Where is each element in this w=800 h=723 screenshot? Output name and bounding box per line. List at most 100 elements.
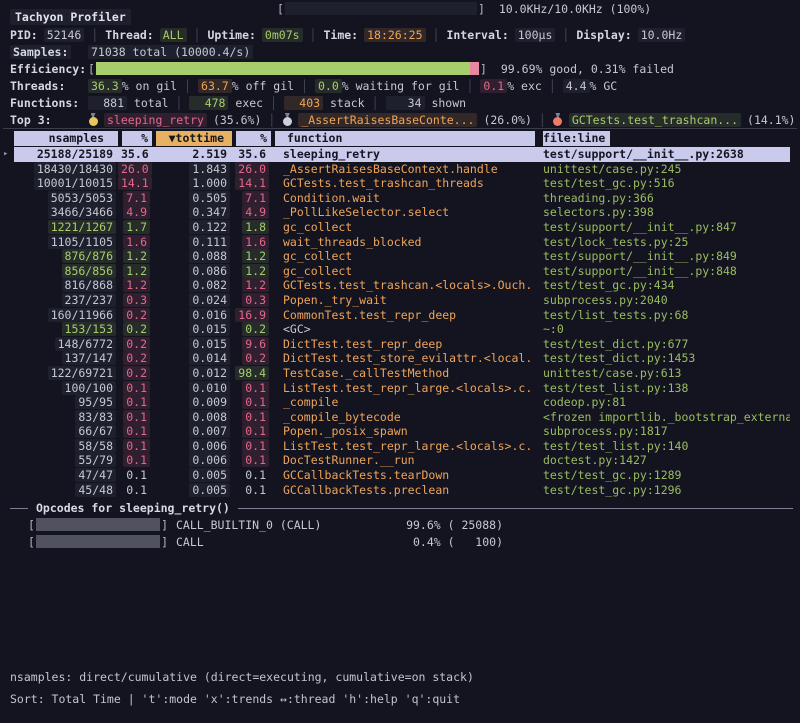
cell-tottime: 0.012 bbox=[152, 366, 232, 381]
display-label: Display: bbox=[576, 28, 631, 42]
cell-file-line: test/test_gc.py:516 bbox=[535, 176, 790, 191]
cell-nsamples: 55/79 bbox=[14, 453, 118, 468]
cell-cumulative-percent: 0.1 bbox=[232, 410, 271, 425]
cell-nsamples: 58/58 bbox=[14, 439, 118, 454]
app-title: Tachyon Profiler bbox=[10, 9, 131, 25]
cell-tottime: 0.015 bbox=[152, 337, 232, 352]
cell-file-line: test/test_gc.py:1289 bbox=[535, 468, 790, 483]
cell-function: ListTest.test_repr_large.<locals>.c... bbox=[271, 439, 535, 454]
bracket-open: [ bbox=[28, 518, 35, 532]
table-row[interactable]: 856/856 1.2 0.086 1.2 gc_collect test/su… bbox=[14, 264, 790, 279]
table-row[interactable]: 47/47 0.1 0.005 0.1 GCCallbackTests.tear… bbox=[14, 468, 790, 483]
column-header-file-line[interactable]: file:line bbox=[535, 131, 790, 146]
cell-cumulative-percent: 26.0 bbox=[232, 162, 271, 177]
table-row[interactable]: 100/100 0.1 0.010 0.1 ListTest.test_repr… bbox=[14, 381, 790, 396]
cell-cumulative-percent: 1.2 bbox=[232, 278, 271, 293]
column-header-direct-percent[interactable]: % bbox=[118, 131, 152, 146]
cell-direct-percent: 0.2 bbox=[118, 322, 152, 337]
top3-third-name: GCTests.test_trashcan... bbox=[569, 113, 741, 127]
column-header-cumulative-percent[interactable]: % bbox=[232, 131, 271, 146]
table-row[interactable]: 18430/18430 26.0 1.843 26.0 _AssertRaise… bbox=[14, 162, 790, 177]
cell-cumulative-percent: 0.1 bbox=[232, 483, 271, 498]
table-row[interactable]: 816/868 1.2 0.082 1.2 GCTests.test_trash… bbox=[14, 278, 790, 293]
bracket-open: [ bbox=[277, 2, 284, 16]
samples-rate: 10.0KHz/10.0KHz (100%) bbox=[499, 2, 651, 16]
cell-cumulative-percent: 0.1 bbox=[232, 468, 271, 483]
cell-cumulative-percent: 0.2 bbox=[232, 351, 271, 366]
table-row[interactable]: 10001/10015 14.1 1.000 14.1 GCTests.test… bbox=[14, 176, 790, 191]
cell-direct-percent: 0.1 bbox=[118, 439, 152, 454]
table-row[interactable]: 137/147 0.2 0.014 0.2 DictTest.test_stor… bbox=[14, 351, 790, 366]
functions-total: 881 bbox=[88, 96, 127, 110]
cell-direct-percent: 1.7 bbox=[118, 220, 152, 235]
cell-file-line: test/support/__init__.py:847 bbox=[535, 220, 790, 235]
table-row[interactable]: 25188/25189 35.6 2.519 35.6 sleeping_ret… bbox=[14, 147, 790, 162]
opcode-row: [] CALL_BUILTIN_0 (CALL) 99.6% ( 25088) bbox=[28, 516, 800, 533]
cell-direct-percent: 0.3 bbox=[118, 293, 152, 308]
table-row[interactable]: 66/67 0.1 0.007 0.1 Popen._posix_spawn s… bbox=[14, 424, 790, 439]
opcodes-title: Opcodes for sleeping_retry() bbox=[36, 501, 230, 515]
threads-off-gil: 63.7 bbox=[198, 79, 232, 93]
table-row[interactable]: 1105/1105 1.6 0.111 1.6 wait_threads_blo… bbox=[14, 235, 790, 250]
functions-exec: 478 bbox=[189, 96, 228, 110]
threads-waiting-suffix: % waiting for gil bbox=[342, 79, 460, 93]
cell-direct-percent: 0.1 bbox=[118, 395, 152, 410]
cell-tottime: 2.519 bbox=[152, 147, 232, 162]
efficiency-bar-good bbox=[96, 62, 470, 75]
top3-label: Top 3: bbox=[10, 113, 52, 127]
bracket-close: ] bbox=[161, 535, 168, 549]
table-row[interactable]: 148/6772 0.2 0.015 9.6 DictTest.test_rep… bbox=[14, 337, 790, 352]
uptime-label: Uptime: bbox=[207, 28, 255, 42]
table-row[interactable]: 160/11966 0.2 0.016 16.9 CommonTest.test… bbox=[14, 308, 790, 323]
table-row[interactable]: 3466/3466 4.9 0.347 4.9 _PollLikeSelecto… bbox=[14, 205, 790, 220]
table-row[interactable]: 58/58 0.1 0.006 0.1 ListTest.test_repr_l… bbox=[14, 439, 790, 454]
silver-medal-icon bbox=[282, 113, 292, 126]
table-row[interactable]: 45/48 0.1 0.005 0.1 GCCallbackTests.prec… bbox=[14, 483, 790, 498]
separator: │ bbox=[310, 28, 317, 42]
cell-nsamples: 876/876 bbox=[14, 249, 118, 264]
functions-stack-suffix: stack bbox=[323, 96, 365, 110]
efficiency-line: Efficiency:[]99.69% good, 0.31% failed bbox=[10, 60, 800, 77]
cell-tottime: 0.006 bbox=[152, 439, 232, 454]
cell-function: Popen._posix_spawn bbox=[271, 424, 535, 439]
table-row[interactable]: 237/237 0.3 0.024 0.3 Popen._try_wait su… bbox=[14, 293, 790, 308]
table-row[interactable]: 153/153 0.2 0.015 0.2 <GC> ~:0 bbox=[14, 322, 790, 337]
column-header-tottime-sorted[interactable]: ▼tottime bbox=[152, 131, 232, 146]
cell-direct-percent: 0.2 bbox=[118, 351, 152, 366]
table-row[interactable]: 1221/1267 1.7 0.122 1.8 gc_collect test/… bbox=[14, 220, 790, 235]
table-row[interactable]: 95/95 0.1 0.009 0.1 _compile codeop.py:8… bbox=[14, 395, 790, 410]
thread-label: Thread: bbox=[105, 28, 153, 42]
cell-nsamples: 95/95 bbox=[14, 395, 118, 410]
cell-function: _AssertRaisesBaseContext.handle bbox=[271, 162, 535, 177]
cell-file-line: test/test_gc.py:434 bbox=[535, 278, 790, 293]
table-row[interactable]: 122/69721 0.2 0.012 98.4 TestCase._callT… bbox=[14, 366, 790, 381]
cell-function: _compile bbox=[271, 395, 535, 410]
table-row[interactable]: 55/79 0.1 0.006 0.1 DocTestRunner.__run … bbox=[14, 453, 790, 468]
profiler-screen: Tachyon Profiler PID:52146│Thread:ALL│Up… bbox=[0, 0, 800, 723]
column-header-function[interactable]: function bbox=[271, 131, 535, 146]
functions-shown: 34 bbox=[386, 96, 425, 110]
column-header-nsamples[interactable]: nsamples bbox=[14, 131, 118, 146]
cell-tottime: 0.009 bbox=[152, 395, 232, 410]
table-row[interactable]: 83/83 0.1 0.008 0.1 _compile_bytecode <f… bbox=[14, 410, 790, 425]
cell-cumulative-percent: 0.2 bbox=[232, 322, 271, 337]
cell-direct-percent: 1.2 bbox=[118, 249, 152, 264]
divider-dash-right bbox=[238, 508, 793, 509]
time-label: Time: bbox=[323, 28, 358, 42]
cell-file-line: <frozen importlib._bootstrap_externa bbox=[535, 410, 790, 425]
opcodes-section: Opcodes for sleeping_retry() [] CALL_BUI… bbox=[10, 500, 800, 550]
cell-tottime: 0.015 bbox=[152, 322, 232, 337]
efficiency-label: Efficiency: bbox=[10, 62, 86, 76]
cell-nsamples: 237/237 bbox=[14, 293, 118, 308]
table-row[interactable]: 876/876 1.2 0.088 1.2 gc_collect test/su… bbox=[14, 249, 790, 264]
status-line: PID:52146│Thread:ALL│Uptime:0m07s│Time:1… bbox=[10, 26, 800, 43]
cell-tottime: 0.086 bbox=[152, 264, 232, 279]
cell-tottime: 0.016 bbox=[152, 308, 232, 323]
top3-second-name: _AssertRaisesBaseConte... bbox=[298, 113, 477, 127]
cell-cumulative-percent: 14.1 bbox=[232, 176, 271, 191]
table-row[interactable]: 5053/5053 7.1 0.505 7.1 Condition.wait t… bbox=[14, 191, 790, 206]
separator: │ bbox=[372, 96, 379, 110]
cell-cumulative-percent: 1.6 bbox=[232, 235, 271, 250]
cell-tottime: 0.005 bbox=[152, 483, 232, 498]
cell-function: GCTests.test_trashcan_threads bbox=[271, 176, 535, 191]
